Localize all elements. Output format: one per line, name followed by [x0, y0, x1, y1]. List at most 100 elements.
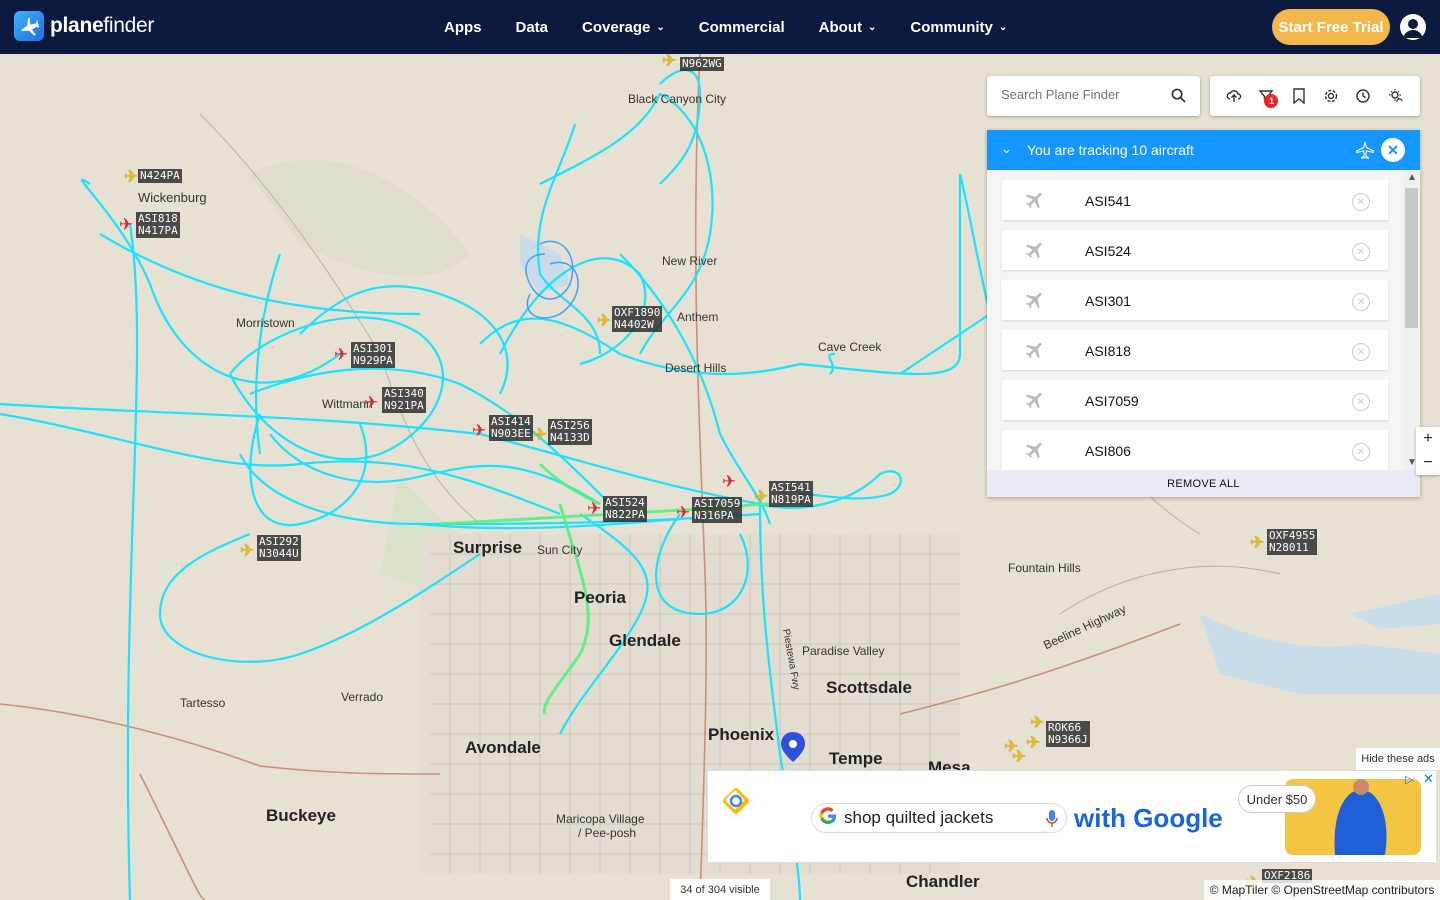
start-free-trial-button[interactable]: Start Free Trial	[1272, 9, 1390, 45]
close-ad-icon[interactable]: ✕	[1423, 771, 1434, 787]
place-morristown: Morristown	[236, 316, 295, 330]
hide-ads-button[interactable]: Hide these ads	[1356, 748, 1440, 770]
tracking-scrollbar[interactable]: ▲ ▼	[1403, 170, 1420, 470]
place-tempe: Tempe	[829, 749, 883, 768]
tracked-row[interactable]: ASI301 ✕	[1002, 280, 1388, 320]
zoom-in-button[interactable]: +	[1416, 427, 1440, 451]
nav-data[interactable]: Data	[516, 19, 549, 36]
aircraft-label-oxf4955[interactable]: OXF4955 N28011	[1267, 529, 1318, 555]
aircraft-icon[interactable]: ✈	[124, 168, 138, 185]
place-sun-city: Sun City	[537, 543, 583, 557]
aircraft-icon[interactable]: ✈	[722, 473, 736, 490]
aircraft-label-asi524[interactable]: ASI524 N822PA	[603, 496, 647, 522]
ad-choices-icon[interactable]: ▷	[1405, 773, 1413, 786]
place-phoenix: Phoenix	[708, 725, 775, 744]
nav-coverage[interactable]: Coverage ⌄	[582, 19, 665, 36]
brand-part-b: finder	[103, 14, 155, 37]
aircraft-icon[interactable]: ✈	[1030, 714, 1044, 731]
aircraft-icon[interactable]: ✈	[533, 426, 547, 443]
aircraft-icon[interactable]: ✈	[587, 500, 601, 517]
tracking-title: You are tracking 10 aircraft	[1027, 142, 1194, 158]
aircraft-icon[interactable]: ✈	[662, 54, 676, 69]
aircraft-icon[interactable]: ✈	[1026, 734, 1040, 751]
search-box	[987, 76, 1200, 116]
logo-plane-icon	[14, 11, 44, 41]
aircraft-label-asi818[interactable]: ASI818 N417PA	[136, 212, 180, 238]
filter-icon[interactable]: 1	[1256, 86, 1279, 108]
place-glendale: Glendale	[609, 631, 681, 650]
close-tracking-button[interactable]: ✕	[1381, 138, 1405, 162]
aircraft-icon[interactable]: ✈	[1012, 748, 1026, 765]
nav-commercial[interactable]: Commercial	[699, 19, 785, 36]
aircraft-label-asi256[interactable]: ASI256 N4133D	[548, 419, 592, 445]
remove-tracked-icon[interactable]: ✕	[1352, 393, 1370, 411]
zoom-out-button[interactable]: −	[1416, 451, 1440, 475]
map-toolbar: 1	[1210, 76, 1420, 116]
cloud-upload-icon[interactable]	[1224, 86, 1244, 106]
search-input[interactable]	[999, 86, 1163, 103]
place-fountain-hills: Fountain Hills	[1008, 561, 1081, 575]
scroll-thumb[interactable]	[1405, 188, 1418, 328]
settings-icon[interactable]	[1321, 86, 1341, 106]
aircraft-icon[interactable]: ✈	[119, 216, 133, 233]
place-maricopa-village: Maricopa Village	[556, 812, 645, 826]
history-icon[interactable]	[1353, 86, 1373, 106]
nav-community[interactable]: Community ⌄	[910, 19, 1007, 36]
ad-search-pill[interactable]: shop quilted jackets	[811, 803, 1067, 833]
aircraft-label-asi414[interactable]: ASI414 N903EE	[489, 415, 533, 441]
aircraft-label-n424pa[interactable]: N424PA	[138, 169, 182, 183]
map-attribution[interactable]: © MapTiler © OpenStreetMap contributors	[1204, 880, 1440, 900]
search-icon[interactable]	[1171, 88, 1186, 108]
aircraft-label-asi541[interactable]: ASI541 N819PA	[769, 481, 813, 507]
tracked-row[interactable]: ASI541 ✕	[1002, 180, 1388, 220]
google-ad-banner[interactable]: shop quilted jackets with Google Under $…	[707, 770, 1437, 863]
remove-tracked-icon[interactable]: ✕	[1352, 443, 1370, 461]
tracked-row[interactable]: ASI818 ✕	[1002, 330, 1388, 370]
place-anthem: Anthem	[677, 310, 719, 324]
aircraft-icon[interactable]: ✈	[676, 504, 690, 521]
place-avondale: Avondale	[465, 738, 541, 757]
aircraft-label-n962wg[interactable]: N962WG	[680, 57, 724, 71]
aircraft-label-rok66[interactable]: ROK66 N9366J	[1046, 721, 1090, 747]
aircraft-icon[interactable]: ✈	[240, 542, 254, 559]
place-black-canyon-city: Black Canyon City	[628, 92, 727, 106]
user-account-icon[interactable]	[1400, 14, 1426, 40]
visible-count: 34 of 304 visible	[670, 879, 770, 900]
place-peoria: Peoria	[574, 588, 626, 607]
weather-icon[interactable]	[1386, 86, 1406, 106]
brand-part-a: plane	[50, 14, 104, 37]
aircraft-icon[interactable]: ✈	[364, 394, 378, 411]
planefinder-logo[interactable]: planefinder	[14, 11, 154, 41]
place-new-river: New River	[662, 254, 718, 268]
aircraft-outline-icon	[1355, 140, 1375, 165]
aircraft-label-oxf1890[interactable]: OXF1890 N4402W	[612, 306, 663, 332]
aircraft-label-asi292[interactable]: ASI292 N3044U	[257, 535, 301, 561]
nav-about[interactable]: About ⌄	[819, 19, 877, 36]
aircraft-icon[interactable]: ✈	[334, 346, 348, 363]
place-buckeye: Buckeye	[266, 806, 336, 825]
chevron-down-icon[interactable]: ⌄	[1001, 141, 1012, 157]
aircraft-icon[interactable]: ✈	[597, 312, 611, 329]
remove-tracked-icon[interactable]: ✕	[1352, 293, 1370, 311]
aircraft-icon[interactable]: ✈	[1250, 534, 1264, 551]
remove-tracked-icon[interactable]: ✕	[1352, 243, 1370, 261]
bookmark-icon[interactable]	[1289, 86, 1309, 106]
zoom-control: + −	[1416, 427, 1440, 475]
remove-tracked-icon[interactable]: ✕	[1352, 343, 1370, 361]
ad-price-chip[interactable]: Under $50	[1238, 785, 1316, 813]
aircraft-label-asi301[interactable]: ASI301 N929PA	[351, 342, 395, 368]
aircraft-label-asi7059[interactable]: ASI7059 N316PA	[692, 497, 743, 523]
tracked-row[interactable]: ASI524 ✕	[1002, 230, 1388, 270]
remove-tracked-icon[interactable]: ✕	[1352, 193, 1370, 211]
chevron-down-icon: ⌄	[656, 21, 665, 33]
remove-all-button[interactable]: REMOVE ALL	[987, 470, 1420, 497]
tracked-row[interactable]: ASI806 ✕	[1002, 430, 1388, 470]
aircraft-icon[interactable]: ✈	[472, 422, 486, 439]
ad-query-text: shop quilted jackets	[844, 808, 994, 827]
scroll-up-icon[interactable]: ▲	[1407, 172, 1417, 183]
aircraft-label-asi340[interactable]: ASI340 N921PA	[382, 387, 426, 413]
nav-apps[interactable]: Apps	[444, 19, 482, 36]
place-pee-posh: / Pee-posh	[578, 826, 637, 840]
tracked-row[interactable]: ASI7059 ✕	[1002, 380, 1388, 420]
aircraft-icon[interactable]: ✈	[754, 488, 768, 505]
